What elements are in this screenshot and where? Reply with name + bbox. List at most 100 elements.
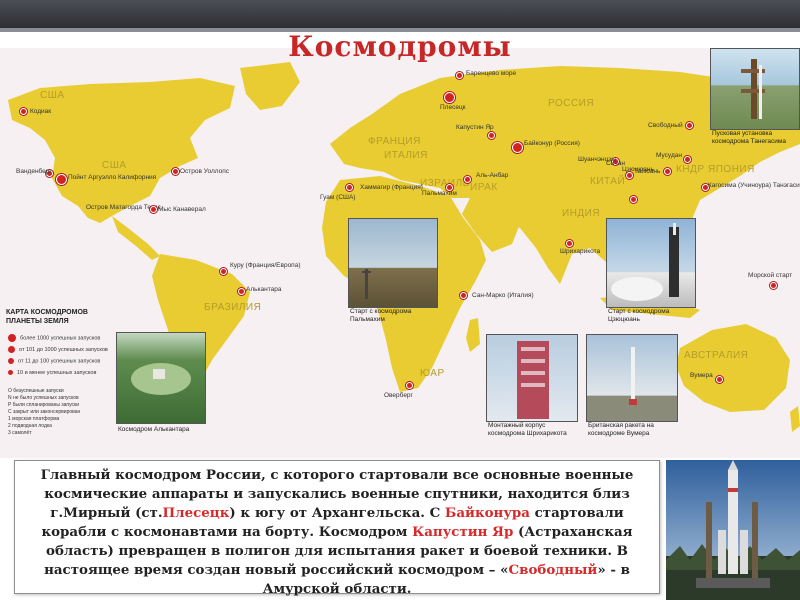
site-dot-plesetsk [444, 92, 455, 103]
site-label-palmachim: Пальмахим [422, 190, 457, 197]
site-dot-xichang [630, 196, 637, 203]
new-zealand-landmass [790, 406, 800, 432]
madagascar-landmass [466, 318, 480, 352]
central-america-landmass [112, 216, 160, 260]
site-dot-musudan [684, 156, 691, 163]
site-label-wallops: Остров Уоллопс [180, 168, 229, 175]
site-label-taiyuan: Тайюань [634, 168, 661, 175]
country-label-australia: АВСТРАЛИЯ [684, 350, 749, 361]
site-label-musudan: Мусудан [656, 152, 682, 159]
site-label-plesetsk: Плесецк [440, 104, 466, 111]
site-label-vandenberg: Ванденберг [16, 168, 52, 175]
site-label-barents: Баренцево море [466, 70, 517, 77]
site-label-sea-launch: Морской старт [748, 272, 793, 279]
caption-sriharikota: Монтажный корпус космодрома Шрихарикота [488, 422, 567, 437]
site-dot-overberg [406, 382, 413, 389]
site-label-kagoshima: Кагосима (Учиноура) Танэгасима [708, 182, 800, 189]
palmachim-launch-graphic [362, 269, 371, 299]
country-label-brazil: БРАЗИЛИЯ [204, 302, 262, 313]
site-dot-alcantara [238, 288, 245, 295]
site-label-guam: Гуам (США) [320, 194, 356, 201]
greenland-landmass [240, 62, 300, 110]
legend-row-11: от 11 до 100 успешных запусков [8, 358, 100, 364]
site-label-point-arguello: Пойнт Аргуэлло Калифорния [68, 174, 157, 181]
legend-code-3: C закрыт или законсервирован [8, 409, 81, 415]
country-label-italy: ИТАЛИЯ [384, 150, 428, 161]
country-label-israel: ИЗРАИЛЬ [420, 178, 470, 189]
site-dot-svobodny [686, 122, 693, 129]
map-legend-title: КАРТА КОСМОДРОМОВ ПЛАНЕТЫ ЗЕМЛЯ [6, 309, 88, 325]
site-label-sriharikota: Шрихарикота [560, 248, 601, 255]
body-text-box: Главный космодром России, с которого ста… [14, 460, 660, 597]
country-label-russia: РОССИЯ [548, 98, 595, 109]
country-label-iraq: ИРАК [470, 182, 498, 193]
site-dot-point-arguello [56, 174, 67, 185]
legend-code-1: N не было успешных запусков [8, 395, 79, 401]
highlight-svobodny: Свободный [508, 562, 598, 578]
site-dot-taiyuan [664, 168, 671, 175]
sriharikota-building-graphic [517, 341, 549, 419]
site-label-anbar: Аль-Анбар [476, 172, 509, 179]
site-dot-canaveral [150, 206, 157, 213]
slide-title: Космодромы [288, 30, 512, 63]
site-label-xichang: Сичан [606, 160, 625, 167]
legend-code-5: 2 подводная лодка [8, 423, 52, 429]
site-label-hammaguir: Хаммагир (Франция) [360, 184, 423, 191]
legend-row-101: от 101 до 1000 успешных запусков [8, 346, 108, 353]
country-label-india: ИНДИЯ [562, 208, 601, 219]
site-dot-wallops [172, 168, 179, 175]
site-dot-anbar [464, 176, 471, 183]
photo-alcantara [116, 332, 206, 424]
legend-code-2: P были спланированы запуски [8, 402, 80, 408]
country-label-korea: КНДР [676, 164, 705, 175]
country-label-usa-alaska: США [40, 90, 65, 101]
site-label-kodiak: Кодиак [30, 108, 52, 115]
site-label-kourou: Куру (Франция/Европа) [230, 262, 301, 269]
legend-code-6: 3 самолёт [8, 430, 32, 436]
australia-landmass [676, 324, 790, 412]
legend-row-1000: более 1000 успешных запусков [8, 334, 100, 342]
caption-tanegashima: Пусковая установка космодрома Танегасима [712, 130, 786, 145]
highlight-kapustin-yar: Капустин Яр [412, 524, 514, 540]
site-label-overberg: Оверберг [384, 392, 413, 399]
site-label-baikonur: Байконур (Россия) [524, 140, 580, 147]
woomera-rocket-graphic [629, 347, 637, 405]
jiuquan-rocket-graphic [611, 223, 679, 301]
site-dot-sea-launch [770, 282, 777, 289]
photo-sriharikota [486, 334, 578, 422]
caption-alcantara: Космодром Алькантара [118, 426, 190, 433]
highlight-plesetsk: Плесецк [162, 505, 230, 521]
site-dot-barents [456, 72, 463, 79]
country-label-sar: ЮАР [420, 368, 445, 379]
legend-code-0: О безуспешные запуски [8, 388, 64, 394]
caption-jiuquan: Старт с космодрома Цзюцюань [608, 308, 670, 323]
country-label-china: КИТАЙ [590, 176, 626, 187]
photo-jiuquan [606, 218, 696, 308]
site-label-alcantara: Алькантара [246, 286, 282, 293]
caption-woomera: Британская ракета на космодроме Вумера [588, 422, 654, 437]
country-label-japan: ЯПОНИЯ [708, 164, 755, 175]
site-dot-sriharikota [566, 240, 573, 247]
country-label-usa: США [102, 160, 127, 171]
site-dot-san-marco [460, 292, 467, 299]
body-text-part-2: ) к югу от Архангельска. С [229, 505, 445, 521]
world-map: США США РОССИЯ КИТАЙ ИНДИЯ БРАЗИЛИЯ АВСТ… [0, 48, 800, 458]
highlight-baikonur: Байконура [444, 505, 530, 521]
site-dot-kourou [220, 268, 227, 275]
alcantara-aerial-graphic [131, 363, 191, 395]
site-label-canaveral: Мыс Канаверал [158, 206, 206, 213]
slide-top-bar [0, 0, 800, 28]
site-dot-kodiak [20, 108, 27, 115]
site-dot-hammaguir [346, 184, 353, 191]
rocket-launch-photo [666, 460, 800, 600]
site-dot-woomera [716, 376, 723, 383]
site-label-kapustin: Капустин Яр [456, 124, 494, 131]
legend-code-4: 1 морская платформа [8, 416, 60, 422]
site-label-svobodny: Свободный [648, 122, 683, 129]
photo-palmachim [348, 218, 438, 308]
site-dot-kapustin [488, 132, 495, 139]
country-label-france: ФРАНЦИЯ [368, 136, 421, 147]
caption-palmachim: Старт с космодрома Пальмахим [350, 308, 412, 323]
rocket-launch-graphic [666, 460, 800, 600]
photo-woomera [586, 334, 678, 422]
